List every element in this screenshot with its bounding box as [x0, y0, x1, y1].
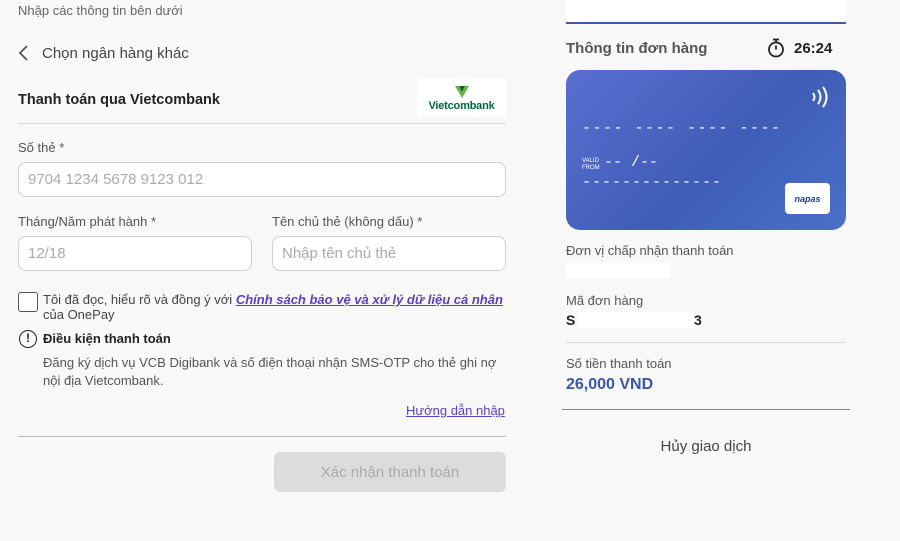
agree-text: Tôi đã đọc, hiểu rõ và đồng ý với Chính …: [43, 292, 508, 322]
valid-label-line1: VALID: [582, 158, 599, 164]
napas-logo: napas: [785, 183, 830, 214]
merchant-redacted: [566, 262, 670, 278]
condition-title: Điều kiện thanh toán: [43, 331, 171, 346]
contactless-icon: [812, 86, 828, 108]
condition-text: Đăng ký dịch vụ VCB Digibank và số điện …: [43, 355, 497, 388]
issue-date-placeholder: 12/18: [28, 245, 66, 262]
vietcombank-emblem-icon: [454, 85, 469, 98]
instruction-hint: Nhập các thông tin bên dưới: [18, 3, 183, 18]
back-label: Chọn ngân hàng khác: [42, 44, 189, 62]
amount-value: 26,000 VND: [566, 376, 654, 393]
holder-name-input[interactable]: Nhập tên chủ thẻ: [272, 236, 506, 271]
napas-logo-text: napas: [794, 193, 821, 204]
card-preview-holder: --------------: [582, 174, 723, 191]
confirm-payment-button[interactable]: Xác nhận thanh toán: [274, 452, 506, 492]
order-info-title: Thông tin đơn hàng: [566, 40, 708, 57]
order-id-suffix: 3: [694, 312, 702, 328]
order-id-redacted: [577, 312, 695, 328]
timer-value: 26:24: [794, 39, 833, 57]
amount-label: Số tiền thanh toán: [566, 356, 672, 371]
card-valid-label: VALID FROM: [582, 158, 600, 172]
input-guide-link[interactable]: Hướng dẫn nhập: [406, 403, 505, 418]
holder-name-placeholder: Nhập tên chủ thẻ: [282, 245, 397, 262]
holder-name-label: Tên chủ thẻ (không dấu) *: [272, 214, 423, 229]
agree-suffix: của OnePay: [43, 307, 115, 322]
agree-checkbox[interactable]: [18, 292, 38, 312]
divider: [18, 123, 506, 124]
agree-prefix: Tôi đã đọc, hiểu rõ và đồng ý với: [43, 292, 236, 307]
divider: [566, 342, 846, 343]
order-id-prefix: S: [566, 312, 576, 328]
issue-date-input[interactable]: 12/18: [18, 236, 252, 271]
vietcombank-logo: Vietcombank: [417, 79, 506, 117]
cancel-transaction-button[interactable]: Hủy giao dịch: [562, 438, 850, 455]
valid-label-line2: FROM: [582, 165, 600, 171]
chevron-left-icon: [18, 45, 28, 61]
divider: [562, 409, 850, 410]
payment-title: Thanh toán qua Vietcombank: [18, 92, 220, 108]
info-icon: !: [19, 330, 37, 348]
bank-logo-name: Vietcombank: [428, 99, 495, 112]
card-number-placeholder: 9704 1234 5678 9123 012: [28, 171, 204, 188]
card-number-label: Số thẻ *: [18, 140, 65, 155]
card-preview-number: ---- ---- ---- ----: [582, 120, 782, 137]
top-panel-box: [566, 0, 846, 24]
divider: [18, 436, 506, 437]
card-number-input[interactable]: 9704 1234 5678 9123 012: [18, 162, 506, 197]
issue-date-label: Tháng/Năm phát hành *: [18, 214, 157, 229]
card-preview: ---- ---- ---- ---- VALID FROM -- /-- ---…: [566, 70, 846, 230]
merchant-label: Đơn vị chấp nhận thanh toán: [566, 243, 734, 258]
stopwatch-icon: [768, 38, 784, 58]
back-to-bank-select[interactable]: Chọn ngân hàng khác: [18, 44, 189, 62]
order-id-label: Mã đơn hàng: [566, 293, 644, 308]
card-valid-value: -- /--: [604, 154, 659, 171]
privacy-policy-link[interactable]: Chính sách bảo vệ và xử lý dữ liệu cá nh…: [236, 292, 503, 307]
countdown-timer: 26:24: [767, 38, 832, 58]
